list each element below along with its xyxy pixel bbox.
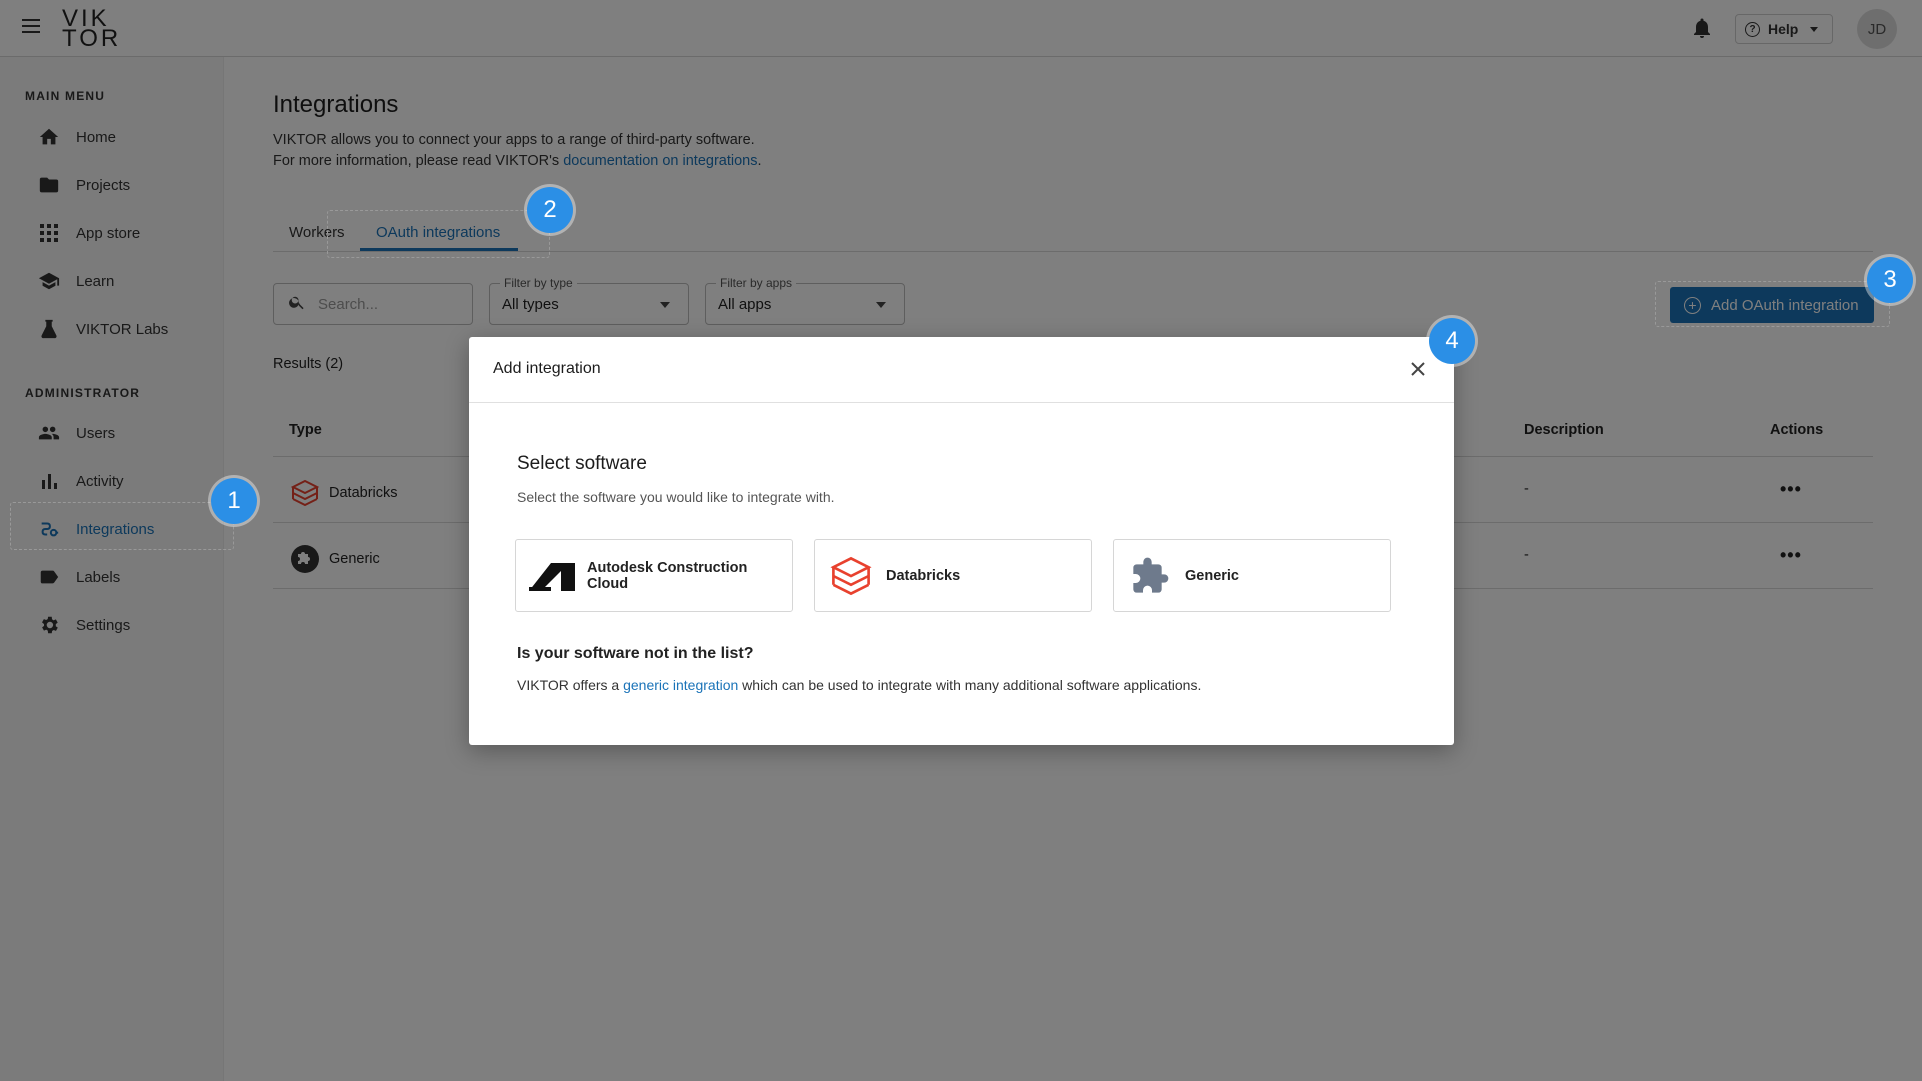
autodesk-icon — [529, 553, 575, 599]
software-option-label: Generic — [1185, 567, 1239, 584]
not-listed-suffix: which can be used to integrate with many… — [738, 677, 1202, 693]
step-badge-4: 4 — [1429, 318, 1475, 364]
highlight-box-add-button — [1655, 281, 1890, 327]
software-option-label: Autodesk Construction Cloud — [587, 559, 748, 592]
close-icon[interactable] — [1406, 357, 1430, 381]
step-badge-2: 2 — [527, 187, 573, 233]
software-option-autodesk[interactable]: Autodesk Construction Cloud — [515, 539, 793, 612]
dialog-header: Add integration — [469, 337, 1454, 403]
puzzle-icon — [1127, 553, 1173, 599]
software-option-label: Databricks — [886, 567, 961, 584]
not-listed-heading: Is your software not in the list? — [517, 645, 754, 662]
databricks-icon — [828, 553, 874, 599]
not-listed-text: VIKTOR offers a generic integration whic… — [517, 677, 1201, 693]
select-software-subheading: Select the software you would like to in… — [517, 489, 835, 505]
not-listed-prefix: VIKTOR offers a — [517, 677, 624, 693]
select-software-heading: Select software — [517, 453, 647, 474]
step-badge-1: 1 — [211, 478, 257, 524]
step-badge-3: 3 — [1867, 257, 1913, 303]
highlight-box-oauth-tab — [327, 210, 550, 258]
generic-integration-link[interactable]: generic integration — [623, 677, 738, 693]
software-option-generic[interactable]: Generic — [1113, 539, 1391, 612]
highlight-box-integrations — [10, 502, 234, 550]
software-option-databricks[interactable]: Databricks — [814, 539, 1092, 612]
dialog-title: Add integration — [493, 360, 601, 377]
add-integration-dialog: Add integration Select software Select t… — [469, 337, 1454, 745]
